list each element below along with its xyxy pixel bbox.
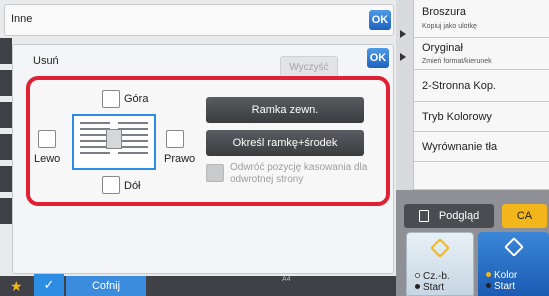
dialog-ok-button[interactable]: OK xyxy=(367,48,389,68)
page-right-lines xyxy=(118,122,148,162)
left-tab[interactable] xyxy=(0,102,12,128)
reverse-position-checkbox[interactable] xyxy=(206,164,224,182)
menu-item-duplex[interactable]: 2-Stronna Kop. xyxy=(414,70,549,102)
top-label: Góra xyxy=(124,93,149,105)
top-bar-title: Inne xyxy=(11,13,33,25)
menu-item-title: Tryb Kolorowy xyxy=(422,111,492,123)
left-tab[interactable] xyxy=(0,198,12,224)
menu-item-color-mode[interactable]: Tryb Kolorowy xyxy=(414,102,549,132)
start-diamond-icon xyxy=(430,238,450,258)
bottom-checkbox[interactable] xyxy=(102,176,120,194)
menu-item-title: Broszura xyxy=(422,6,467,18)
clear-button[interactable]: Wyczyść xyxy=(280,56,338,78)
preview-button[interactable]: Podgląd xyxy=(404,204,494,228)
star-icon[interactable]: ★ xyxy=(10,279,23,293)
right-label: Prawo xyxy=(164,153,196,165)
preview-label: Podgląd xyxy=(438,210,480,222)
outer-frame-button[interactable]: Ramka zewn. xyxy=(206,97,364,123)
preview-icon xyxy=(418,210,429,222)
menu-item-subtitle: Zmień format/kierunek xyxy=(422,58,492,65)
bw-start-button[interactable]: Cz.-b. Start xyxy=(406,232,474,296)
menu-item-subtitle: Kopiuj jako ulotkę xyxy=(422,23,477,30)
left-tab[interactable] xyxy=(0,166,12,192)
left-tab[interactable] xyxy=(0,70,12,96)
paper-size-hint: A4 xyxy=(282,276,291,283)
menu-item-title: Wyrównanie tła xyxy=(422,141,498,153)
reverse-position-label: Odwróć pozycję kasowania dla odwrotnej s… xyxy=(230,162,368,185)
right-checkbox[interactable] xyxy=(166,130,184,148)
left-tab[interactable] xyxy=(0,134,12,160)
color-start-button[interactable]: Kolor Start xyxy=(478,232,549,296)
back-button[interactable]: Cofnij xyxy=(66,276,146,296)
top-bar: Inne OK xyxy=(4,4,394,36)
check-icon[interactable]: ✓ xyxy=(34,274,64,296)
left-tabs xyxy=(0,38,12,230)
bw-start-label: Cz.-b. Start xyxy=(415,271,450,293)
arrow-right-icon xyxy=(400,30,406,38)
top-checkbox[interactable] xyxy=(102,90,120,108)
menu-item-background-adjust[interactable]: Wyrównanie tła xyxy=(414,132,549,162)
start-diamond-icon xyxy=(504,237,524,257)
center-erase-marker xyxy=(106,129,122,149)
menu-item-title: 2-Stronna Kop. xyxy=(422,80,496,92)
dialog-title: Usuń xyxy=(33,55,59,67)
left-tab[interactable] xyxy=(0,38,12,64)
left-checkbox[interactable] xyxy=(38,130,56,148)
menu-item-original[interactable]: Oryginał Zmień format/kierunek xyxy=(414,38,549,70)
frame-center-button[interactable]: Określ ramkę+środek xyxy=(206,130,364,156)
menu-item-title: Oryginał xyxy=(422,42,463,54)
arrow-right-icon xyxy=(400,53,406,61)
menu-item-brochure[interactable]: Broszura Kopiuj jako ulotkę xyxy=(414,0,549,38)
bottom-label: Dół xyxy=(124,180,141,192)
menu-item-empty xyxy=(414,162,549,190)
clear-all-button[interactable]: CA xyxy=(502,204,547,228)
top-ok-button[interactable]: OK xyxy=(369,10,391,30)
left-label: Lewo xyxy=(34,153,61,165)
color-start-label: Kolor Start xyxy=(486,270,517,292)
